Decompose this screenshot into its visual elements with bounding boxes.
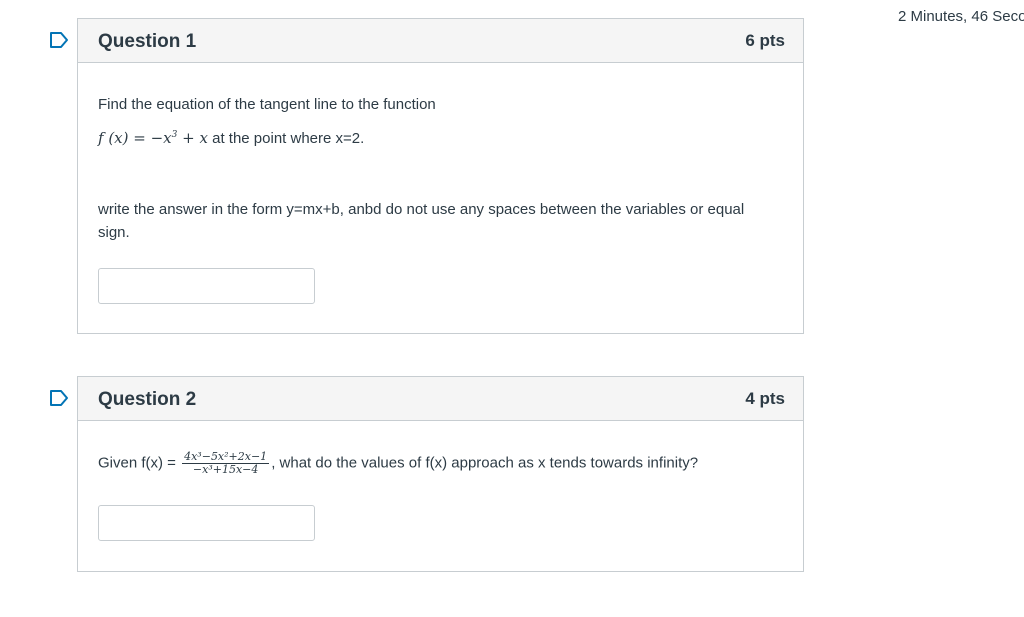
question-1: Question 1 6 pts Find the equation of th… [77, 18, 804, 334]
function-suffix: at the point where x=2. [207, 130, 365, 147]
question-header: Question 1 6 pts [78, 19, 803, 63]
question-instruction: write the answer in the form y=mx+b, anb… [98, 201, 745, 218]
question-title: Question 1 [98, 31, 197, 52]
question-prompt: Given f(x) = 4x³−5x²+2x−1 −x³+15x−4, what… [98, 451, 698, 476]
question-prompt: Find the equation of the tangent line to… [98, 96, 436, 113]
function-expression: f (x) = −x3 + x at the point where x=2. [98, 127, 364, 150]
flag-question-icon[interactable] [49, 32, 69, 48]
question-title: Question 2 [98, 389, 197, 410]
function-math-tail: + x [177, 129, 208, 147]
answer-input[interactable] [98, 505, 315, 541]
prompt-suffix: , what do the values of f(x) approach as… [271, 454, 699, 472]
fraction-denominator: −x³+15x−4 [192, 463, 259, 476]
question-instruction-cont: sign. [98, 224, 130, 241]
function-fraction: 4x³−5x²+2x−1 −x³+15x−4 [182, 451, 270, 476]
question-header: Question 2 4 pts [78, 377, 803, 421]
prompt-prefix: Given f(x) = [98, 454, 181, 472]
flag-question-icon[interactable] [49, 390, 69, 406]
question-points: 6 pts [745, 31, 785, 50]
timer-text: 2 Minutes, 46 Seconds [898, 8, 1024, 25]
answer-input[interactable] [98, 268, 315, 304]
function-math: f (x) = −x [98, 129, 172, 147]
question-2: Question 2 4 pts Given f(x) = 4x³−5x²+2x… [77, 376, 804, 572]
question-points: 4 pts [745, 389, 785, 408]
